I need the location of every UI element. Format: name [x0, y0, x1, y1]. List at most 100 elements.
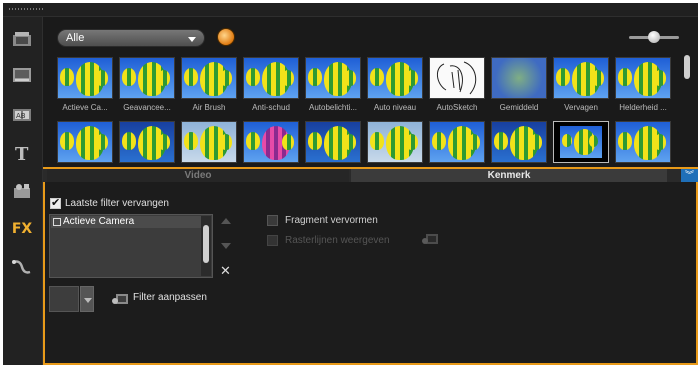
graphic-icon[interactable] [8, 179, 36, 203]
distort-clip-label: Fragment vervormen [285, 215, 378, 226]
customize-filter-icon[interactable] [111, 292, 129, 306]
transition-icon[interactable]: AB [8, 103, 36, 127]
title-icon[interactable]: T [8, 141, 36, 165]
filter-thumbnail[interactable] [491, 121, 547, 163]
filter-thumbnail[interactable] [367, 121, 423, 163]
filter-thumbnail-label: Autobelichti... [308, 103, 358, 112]
top-strip [3, 3, 698, 17]
preset-dropdown-button[interactable] [80, 286, 94, 312]
filter-thumbnail[interactable] [615, 57, 671, 99]
replace-last-filter-checkbox[interactable] [50, 196, 61, 209]
balloon-shape [654, 134, 666, 150]
fx-icon[interactable]: FX [8, 217, 36, 241]
filter-thumbnail[interactable] [305, 121, 361, 163]
filter-thumbnail-label: Anti-schud [252, 103, 290, 112]
filter-thumbnail-label: Gemiddeld [499, 103, 539, 112]
balloon-shape [344, 70, 356, 86]
filter-thumbnail[interactable] [305, 57, 361, 99]
path-icon[interactable] [8, 255, 36, 279]
move-up-icon[interactable] [221, 218, 231, 224]
filter-thumbnail[interactable] [553, 57, 609, 99]
filter-thumbnail[interactable] [429, 121, 485, 163]
app-window: AB T FX Alle Actieve Ca... Geavanceе... Ai… [3, 3, 698, 365]
grid-options-icon [421, 232, 439, 246]
balloon-shape [530, 134, 542, 150]
library-scrollbar[interactable] [684, 55, 690, 79]
balloon-shape [618, 132, 632, 150]
distort-clip-checkbox[interactable] [267, 215, 278, 226]
list-scrollbar[interactable] [201, 216, 211, 276]
show-grid-label: Rasterlijnen weergeven [285, 235, 390, 246]
filter-thumbnail-label: Auto niveau [373, 103, 417, 112]
globe-icon[interactable] [217, 28, 235, 46]
filter-thumbnail[interactable] [181, 121, 237, 163]
balloon-shape [468, 134, 480, 150]
filter-thumbnail[interactable] [119, 57, 175, 99]
category-label: Alle [66, 32, 85, 44]
balloon-shape [592, 70, 604, 86]
media-icon[interactable] [8, 27, 36, 51]
svg-text:AB: AB [16, 112, 26, 120]
filter-thumbnail-label: Actieve Ca... [62, 103, 108, 112]
tab-kenmerk[interactable]: Kenmerk [351, 169, 667, 182]
balloon-shape [406, 70, 418, 86]
balloon-shape [494, 132, 508, 150]
fx-label: FX [11, 221, 33, 237]
filter-thumbnail[interactable] [181, 57, 237, 99]
instant-project-icon[interactable] [8, 63, 36, 87]
balloon-shape [561, 133, 572, 147]
customize-filter-label[interactable]: Filter aanpassen [133, 292, 207, 303]
move-down-icon[interactable] [221, 243, 231, 249]
collapse-panel-button[interactable]: ︾ [681, 169, 698, 182]
balloon-shape [122, 132, 136, 150]
remove-filter-icon[interactable]: ✕ [220, 263, 231, 279]
filter-thumbnail-label: Vervagen [564, 103, 598, 112]
balloon-shape [370, 132, 384, 150]
zoom-slider-knob[interactable] [648, 31, 660, 43]
balloon-shape [184, 68, 198, 86]
balloon-shape [246, 132, 260, 150]
balloon-shape [220, 134, 232, 150]
balloon-shape [406, 134, 418, 150]
balloon-shape [158, 134, 170, 150]
balloon-shape [122, 68, 136, 86]
balloon-shape [60, 68, 74, 86]
balloon-shape [432, 132, 446, 150]
balloon-shape [282, 70, 294, 86]
filter-thumbnail-label: Geavanceе... [123, 103, 171, 112]
filter-thumbnail[interactable] [57, 121, 113, 163]
balloon-shape [654, 70, 666, 86]
filter-thumbnail-label: Air Brush [192, 103, 226, 112]
category-dropdown[interactable]: Alle [57, 29, 205, 47]
filter-thumbnail[interactable] [243, 57, 299, 99]
applied-filter-list[interactable]: Actieve Camera [49, 214, 213, 278]
filter-thumbnail[interactable] [243, 121, 299, 163]
filter-thumbnail[interactable] [429, 57, 485, 99]
balloon-shape [246, 68, 260, 86]
sidebar: AB T FX [3, 17, 43, 365]
filter-thumbnail[interactable] [57, 57, 113, 99]
svg-text:T: T [15, 144, 29, 162]
balloon-shape [370, 68, 384, 86]
preset-swatch[interactable] [49, 286, 79, 312]
balloon-shape [220, 70, 232, 86]
balloon-shape [308, 132, 322, 150]
tab-video[interactable]: Video [47, 169, 349, 182]
filter-thumbnail-label: Helderheid ... [619, 103, 667, 112]
filter-thumbnail[interactable] [491, 57, 547, 99]
balloon-shape [618, 68, 632, 86]
options-panel: Laatste filter vervangen Actieve Camera … [43, 182, 698, 365]
balloon-shape [60, 132, 74, 150]
filter-thumbnail[interactable] [615, 121, 671, 163]
balloon-shape [282, 134, 294, 150]
list-item[interactable]: Actieve Camera [51, 216, 201, 228]
filter-thumbnail[interactable] [553, 121, 609, 163]
balloon-shape [588, 135, 598, 147]
drag-grip[interactable] [9, 8, 43, 10]
filter-thumbnail[interactable] [119, 121, 175, 163]
filter-enabled-icon[interactable] [53, 218, 61, 226]
options-tab-bar: Video Kenmerk ︾ [43, 167, 698, 182]
replace-last-filter-label: Laatste filter vervangen [65, 198, 169, 209]
filter-thumbnail-label: AutoSketch [436, 103, 478, 112]
filter-thumbnail[interactable] [367, 57, 423, 99]
